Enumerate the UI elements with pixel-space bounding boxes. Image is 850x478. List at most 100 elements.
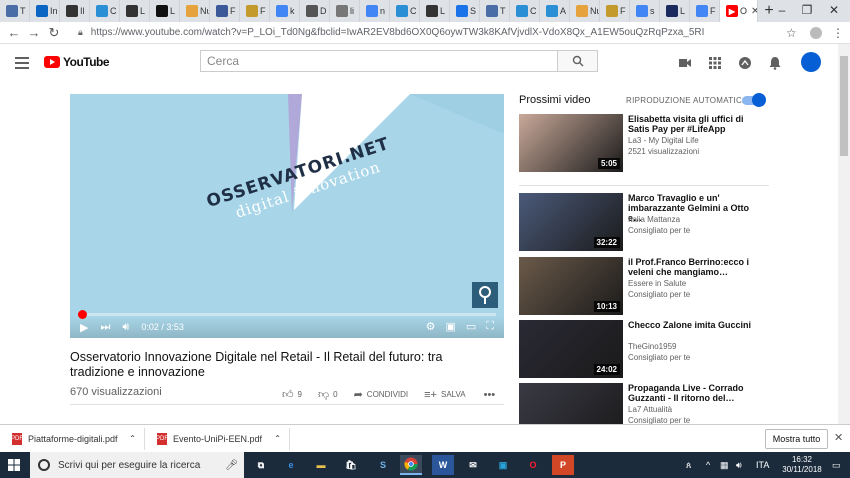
recommended-video-title[interactable]: Checco Zalone imita Guccini <box>628 320 758 330</box>
word-icon[interactable]: W <box>432 455 454 475</box>
recommended-video-title[interactable]: il Prof.Franco Berrino:ecco i veleni che… <box>628 257 758 277</box>
video-thumbnail[interactable]: 32:22 <box>519 193 623 251</box>
browser-tab[interactable]: T <box>480 0 510 22</box>
browser-tab[interactable]: C <box>390 0 420 22</box>
share-button[interactable]: ➦ CONDIVIDI <box>354 388 409 401</box>
close-tab-icon[interactable]: ✕ <box>751 6 757 17</box>
channel-name[interactable]: Italia Mattanza <box>628 215 680 224</box>
browser-tab[interactable]: F <box>600 0 630 22</box>
powerpoint-icon[interactable]: P <box>552 455 574 475</box>
show-all-downloads-button[interactable]: Mostra tutto <box>765 429 828 449</box>
taskbar-clock[interactable]: 16:32 30/11/2018 <box>780 455 824 475</box>
close-window-icon[interactable]: ✕ <box>824 0 844 22</box>
youtube-logo[interactable]: YouTube <box>44 55 110 69</box>
download-item[interactable]: PDF Piattaforme-digitali.pdf ⌃ <box>0 427 145 450</box>
chevron-up-icon[interactable]: ⌃ <box>274 434 281 443</box>
video-thumbnail[interactable]: 10:13 <box>519 257 623 315</box>
notifications-bell-icon[interactable] <box>768 56 782 70</box>
tray-chevron-icon[interactable]: ^ <box>706 452 710 478</box>
next-icon[interactable]: ⏭ <box>100 321 110 334</box>
like-button[interactable]: 👍︎ 9 <box>282 388 302 401</box>
browser-tab[interactable]: k <box>270 0 300 22</box>
chevron-up-icon[interactable]: ⌃ <box>129 434 136 443</box>
more-actions-button[interactable]: ••• <box>484 389 496 401</box>
play-icon[interactable]: ▶ <box>80 321 88 334</box>
miniplayer-icon[interactable]: ▣ <box>445 320 455 333</box>
download-item[interactable]: PDF Evento-UniPi-EEN.pdf ⌃ <box>145 427 290 450</box>
active-tab[interactable]: ▶ O ✕ <box>720 0 758 22</box>
browser-tab[interactable]: L <box>660 0 690 22</box>
page-scrollbar[interactable] <box>838 44 850 424</box>
url-field[interactable]: https://www.youtube.com/watch?v=P_LOi_Td… <box>91 27 781 38</box>
action-center-icon[interactable]: ▭ <box>832 452 841 478</box>
save-button[interactable]: ≡+ SALVA <box>424 389 465 401</box>
task-view-icon[interactable]: ⧉ <box>250 455 272 475</box>
theater-mode-icon[interactable]: ▭ <box>466 320 476 333</box>
apps-grid-icon[interactable] <box>708 56 722 70</box>
speaker-icon[interactable]: 🔊︎ <box>736 452 742 478</box>
browser-tab[interactable]: Nuo <box>180 0 210 22</box>
search-input[interactable]: Cerca <box>200 50 558 72</box>
browser-tab[interactable]: C <box>510 0 540 22</box>
dislike-button[interactable]: 👎︎ 0 <box>318 388 338 401</box>
browser-tab[interactable]: L <box>420 0 450 22</box>
hamburger-menu-icon[interactable] <box>15 57 29 72</box>
recommended-video[interactable]: 24:02 Checco Zalone imita Guccini TheGino1… <box>519 320 769 378</box>
chrome-icon[interactable] <box>400 455 422 475</box>
language-indicator[interactable]: ITA <box>756 452 769 478</box>
bookmark-star-icon[interactable]: ☆ <box>786 26 797 40</box>
browser-tab[interactable]: F <box>690 0 720 22</box>
forward-icon[interactable]: → <box>24 25 44 40</box>
recommended-video-title[interactable]: Propaganda Live - Corrado Guzzanti - Il … <box>628 383 758 403</box>
browser-tab[interactable]: T <box>0 0 30 22</box>
volume-icon[interactable]: 🔊︎ <box>122 321 129 334</box>
edge-browser-icon[interactable]: e <box>280 455 302 475</box>
menu-dots-icon[interactable]: ⋮ <box>832 26 844 40</box>
recommended-video[interactable]: 5:05 Elisabetta visita gli uffici di Sati… <box>519 114 769 172</box>
network-icon[interactable]: ▦ <box>720 452 729 478</box>
search-button[interactable] <box>557 50 598 72</box>
skype-icon[interactable]: S <box>372 455 394 475</box>
reload-icon[interactable]: ↻ <box>44 25 64 41</box>
channel-name[interactable]: TheGino1959 <box>628 342 676 351</box>
recommended-video[interactable]: 32:22 Marco Travaglio e un' imbarazzante … <box>519 193 769 251</box>
browser-tab[interactable]: Nuo <box>570 0 600 22</box>
browser-tab[interactable]: A <box>540 0 570 22</box>
recommended-video-title[interactable]: Elisabetta visita gli uffici di Satis Pa… <box>628 114 758 134</box>
settings-gear-icon[interactable]: ⚙ <box>426 320 436 333</box>
fullscreen-icon[interactable]: ⛶ <box>486 320 494 333</box>
account-avatar[interactable] <box>801 52 821 72</box>
taskbar-search-input[interactable]: Scrivi qui per eseguire la ricerca 🎤︎ <box>30 452 244 478</box>
browser-tab[interactable]: L <box>150 0 180 22</box>
browser-tab[interactable]: S <box>450 0 480 22</box>
channel-name[interactable]: Essere in Salute <box>628 279 686 288</box>
browser-tab[interactable]: Il <box>60 0 90 22</box>
create-video-icon[interactable] <box>678 56 692 70</box>
channel-name[interactable]: La3 - My Digital Life <box>628 136 699 145</box>
browser-tab[interactable]: C <box>90 0 120 22</box>
minimize-icon[interactable]: – <box>772 0 792 22</box>
channel-watermark-badge[interactable] <box>472 282 498 308</box>
recommended-video[interactable]: 10:13 il Prof.Franco Berrino:ecco i velen… <box>519 257 769 315</box>
close-downloads-icon[interactable]: ✕ <box>834 431 843 444</box>
browser-tab[interactable]: F <box>240 0 270 22</box>
video-thumbnail[interactable]: 5:05 <box>519 114 623 172</box>
autoplay-toggle[interactable] <box>742 93 766 107</box>
people-icon[interactable]: ጰ <box>686 452 691 478</box>
browser-tab[interactable]: n <box>360 0 390 22</box>
file-explorer-icon[interactable]: ▬ <box>310 455 332 475</box>
browser-tab[interactable]: li <box>330 0 360 22</box>
maximize-icon[interactable]: ❐ <box>797 0 817 22</box>
video-thumbnail[interactable]: 24:02 <box>519 320 623 378</box>
browser-tab[interactable]: F <box>210 0 240 22</box>
browser-tab[interactable]: s <box>630 0 660 22</box>
browser-tab[interactable]: L <box>120 0 150 22</box>
channel-name[interactable]: La7 Attualità <box>628 405 672 414</box>
store-icon[interactable]: 🛍︎ <box>340 455 362 475</box>
back-icon[interactable]: ← <box>4 25 24 40</box>
windows-start-button[interactable] <box>0 452 28 478</box>
scrollbar-thumb[interactable] <box>840 56 848 156</box>
browser-tab[interactable]: D <box>300 0 330 22</box>
microphone-icon[interactable]: 🎤︎ <box>225 460 238 471</box>
opera-icon[interactable]: O <box>522 455 544 475</box>
